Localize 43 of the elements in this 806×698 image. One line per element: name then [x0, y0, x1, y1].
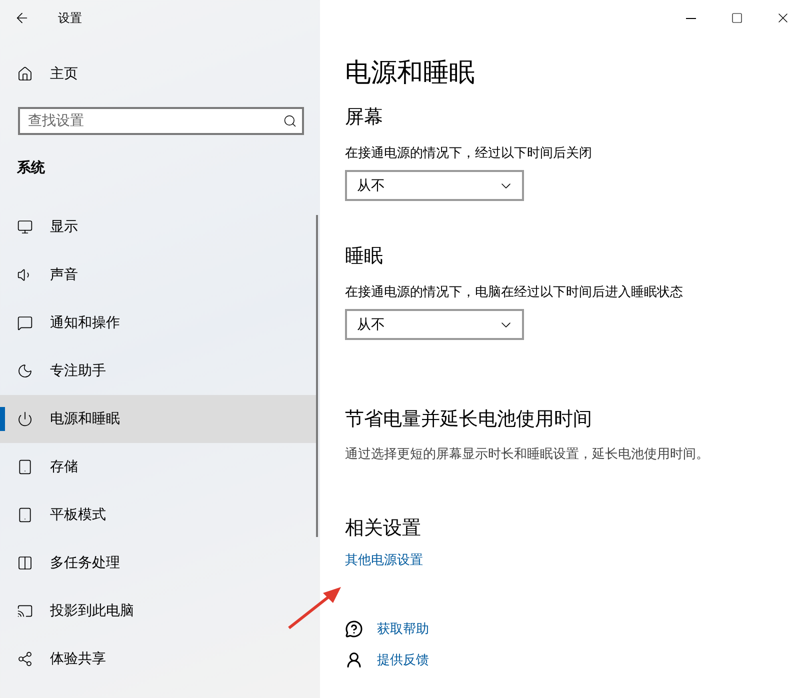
- help-bubble-icon: [345, 620, 363, 638]
- maximize-icon: [731, 12, 743, 24]
- section-heading: 睡眠: [345, 244, 384, 269]
- sidebar-item[interactable]: 声音: [0, 251, 316, 299]
- dropdown[interactable]: 从不: [345, 309, 524, 340]
- section-heading: 屏幕: [345, 105, 384, 130]
- sidebar-item[interactable]: 显示: [0, 203, 316, 251]
- sidebar-item[interactable]: 存储: [0, 443, 316, 491]
- section-heading: 系统: [16, 159, 46, 178]
- speech-bubble-icon: [17, 315, 33, 331]
- tablet-icon: [17, 507, 33, 523]
- sidebar-item[interactable]: 电源和睡眠: [0, 395, 316, 443]
- home-icon: [17, 66, 33, 82]
- home-nav-item[interactable]: 主页: [0, 50, 316, 98]
- power-settings-link[interactable]: 其他电源设置: [345, 551, 423, 569]
- share-icon: [17, 651, 33, 667]
- search-icon: [283, 114, 297, 128]
- annotation-arrow: [287, 585, 343, 631]
- sidebar-item[interactable]: 平板模式: [0, 491, 316, 539]
- sidebar-item[interactable]: 专注助手: [0, 347, 316, 395]
- page-title: 电源和睡眠: [345, 57, 476, 90]
- search-field[interactable]: 查找设置: [18, 107, 304, 135]
- description-text: 通过选择更短的屏幕显示时长和睡眠设置，延长电池使用时间。: [345, 446, 710, 463]
- monitor-icon: [17, 219, 33, 235]
- setting-label: 在接通电源的情况下，经过以下时间后关闭: [345, 145, 593, 162]
- moon-icon: [17, 363, 33, 379]
- dropdown[interactable]: 从不: [345, 170, 524, 201]
- sidebar-item[interactable]: 体验共享: [0, 635, 316, 683]
- setting-label: 在接通电源的情况下，电脑在经过以下时间后进入睡眠状态: [345, 284, 684, 301]
- sidebar-item[interactable]: 多任务处理: [0, 539, 316, 587]
- window-title: 设置: [58, 10, 82, 26]
- help-link[interactable]: 提供反馈: [377, 650, 429, 668]
- help-link[interactable]: 获取帮助: [377, 620, 429, 638]
- back-button[interactable]: [14, 10, 30, 26]
- scrollbar[interactable]: [316, 215, 318, 537]
- person-icon: [345, 650, 363, 668]
- section-heading: 节省电量并延长电池使用时间: [345, 407, 593, 432]
- sidebar-item[interactable]: 投影到此电脑: [0, 587, 316, 635]
- sidebar-item[interactable]: 通知和操作: [0, 299, 316, 347]
- power-icon: [17, 411, 33, 427]
- cast-icon: [17, 603, 33, 619]
- section-heading: 相关设置: [345, 516, 422, 541]
- columns-icon: [17, 555, 33, 571]
